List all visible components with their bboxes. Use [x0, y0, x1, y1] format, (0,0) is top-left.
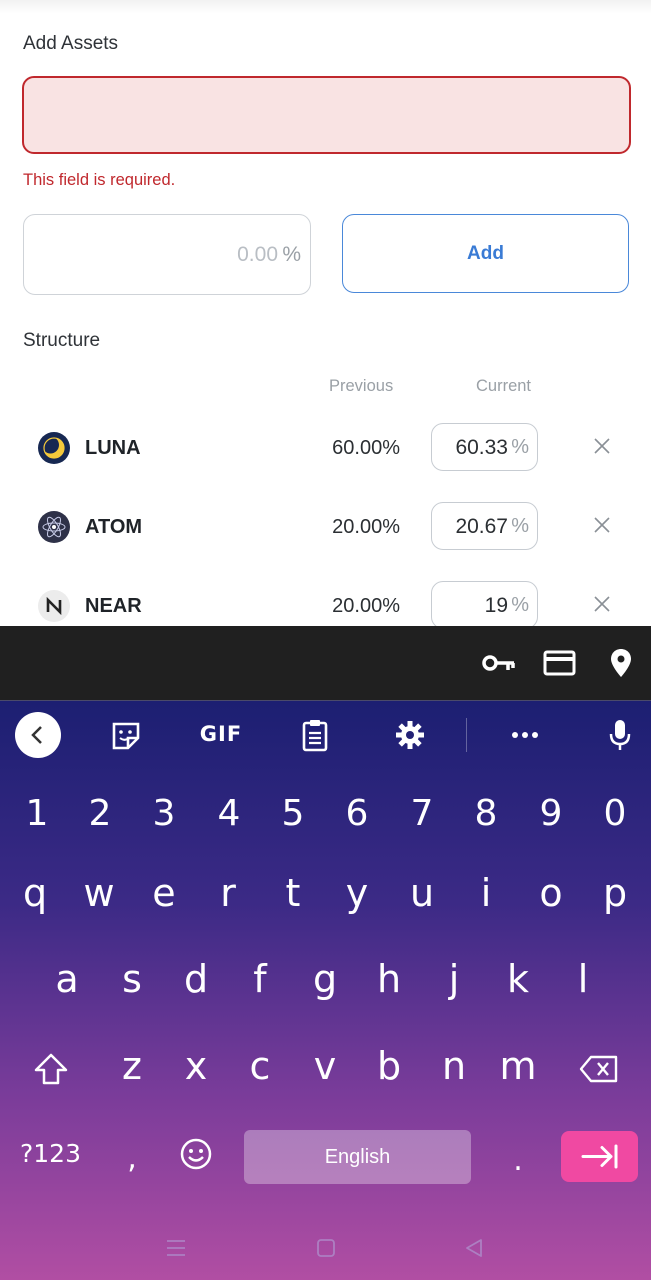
system-nav-bar — [0, 1217, 651, 1280]
close-icon[interactable] — [591, 593, 613, 615]
structure-title: Structure — [23, 330, 101, 351]
column-current: Current — [476, 377, 532, 395]
current-value: 19 — [484, 594, 508, 617]
soft-keyboard: GIF 1 2 3 4 5 6 7 8 9 0 q w e r t y u i … — [0, 700, 651, 1280]
symbols-key[interactable]: ?123 — [20, 1139, 81, 1168]
key-x[interactable]: x — [168, 1044, 224, 1088]
credit-card-icon[interactable] — [543, 650, 576, 676]
key-b[interactable]: b — [361, 1044, 417, 1088]
current-input[interactable]: 60.33 % — [431, 423, 538, 471]
shift-icon[interactable] — [33, 1052, 69, 1086]
comma-key[interactable]: , — [112, 1141, 152, 1176]
sticker-icon[interactable] — [110, 720, 142, 750]
add-assets-label: Add Assets — [23, 33, 119, 54]
settings-icon[interactable] — [395, 720, 425, 750]
key-5[interactable]: 5 — [265, 793, 321, 834]
key-e[interactable]: e — [136, 871, 192, 915]
close-icon[interactable] — [591, 435, 613, 457]
key-1[interactable]: 1 — [9, 793, 65, 834]
percent-placeholder: 0.00 — [237, 243, 278, 266]
key-2[interactable]: 2 — [72, 793, 128, 834]
asset-input[interactable] — [22, 76, 631, 154]
key-l[interactable]: l — [555, 957, 611, 1001]
enter-key[interactable] — [561, 1131, 638, 1182]
key-h[interactable]: h — [361, 957, 417, 1001]
more-icon[interactable] — [511, 731, 539, 739]
toolbar-divider — [466, 718, 467, 752]
current-value: 20.67 — [455, 515, 508, 538]
gif-button[interactable]: GIF — [196, 722, 246, 746]
key-k[interactable]: k — [490, 957, 546, 1001]
key-z[interactable]: z — [104, 1044, 160, 1088]
key-t[interactable]: t — [265, 871, 321, 915]
asset-row-near: NEAR 20.00% 19 % — [0, 576, 651, 626]
column-previous: Previous — [329, 377, 394, 395]
percent-symbol: % — [510, 436, 529, 459]
key-8[interactable]: 8 — [458, 793, 514, 834]
previous-value: 20.00% — [332, 516, 400, 538]
key-o[interactable]: o — [523, 871, 579, 915]
key-d[interactable]: d — [168, 957, 224, 1001]
space-bar[interactable]: English — [244, 1130, 471, 1184]
key-s[interactable]: s — [104, 957, 160, 1001]
asset-name: LUNA — [85, 437, 141, 459]
autofill-toolbar — [0, 626, 651, 700]
asset-name: ATOM — [85, 516, 143, 538]
emoji-icon[interactable] — [179, 1137, 213, 1171]
backspace-icon[interactable] — [579, 1054, 619, 1084]
key-g[interactable]: g — [297, 957, 353, 1001]
close-icon[interactable] — [591, 514, 613, 536]
period-key[interactable]: . — [500, 1143, 536, 1178]
current-input[interactable]: 19 % — [431, 581, 538, 626]
percent-symbol: % — [510, 594, 529, 617]
keyboard-top-row: GIF — [0, 701, 651, 769]
key-f[interactable]: f — [232, 957, 288, 1001]
percent-symbol: % — [282, 243, 301, 266]
key-a[interactable]: a — [39, 957, 95, 1001]
previous-value: 20.00% — [332, 595, 400, 617]
recent-apps-icon[interactable] — [165, 1237, 187, 1259]
current-value: 60.33 — [455, 436, 508, 459]
key-6[interactable]: 6 — [329, 793, 385, 834]
percent-input[interactable]: 0.00 % — [23, 214, 311, 295]
clipboard-icon[interactable] — [301, 718, 329, 752]
add-button[interactable]: Add — [342, 214, 629, 293]
app-screen: Add Assets This field is required. 0.00 … — [0, 0, 651, 626]
key-y[interactable]: y — [329, 871, 385, 915]
key-n[interactable]: n — [426, 1044, 482, 1088]
key-9[interactable]: 9 — [523, 793, 579, 834]
luna-icon — [38, 432, 70, 464]
back-icon[interactable] — [463, 1237, 485, 1259]
key-u[interactable]: u — [394, 871, 450, 915]
key-v[interactable]: v — [297, 1044, 353, 1088]
key-0[interactable]: 0 — [587, 793, 643, 834]
location-pin-icon[interactable] — [610, 648, 632, 678]
key-m[interactable]: m — [490, 1044, 546, 1088]
error-message: This field is required. — [23, 171, 176, 189]
asset-name: NEAR — [85, 595, 142, 617]
back-arrow-icon[interactable] — [15, 712, 61, 758]
previous-value: 60.00% — [332, 437, 400, 459]
key-r[interactable]: r — [200, 871, 256, 915]
key-7[interactable]: 7 — [394, 793, 450, 834]
atom-icon — [38, 511, 70, 543]
key-3[interactable]: 3 — [136, 793, 192, 834]
key-i[interactable]: i — [458, 871, 514, 915]
key-c[interactable]: c — [232, 1044, 288, 1088]
key-w[interactable]: w — [71, 871, 127, 915]
key-j[interactable]: j — [426, 957, 482, 1001]
key-4[interactable]: 4 — [201, 793, 257, 834]
asset-row-atom: ATOM 20.00% 20.67 % — [0, 497, 651, 557]
percent-symbol: % — [510, 515, 529, 538]
key-q[interactable]: q — [7, 871, 63, 915]
current-input[interactable]: 20.67 % — [431, 502, 538, 550]
home-icon[interactable] — [315, 1237, 337, 1259]
top-shadow — [0, 0, 651, 14]
key-icon[interactable] — [482, 653, 516, 673]
key-p[interactable]: p — [587, 871, 643, 915]
tab-next-icon — [581, 1144, 618, 1169]
asset-row-luna: LUNA 60.00% 60.33 % — [0, 418, 651, 478]
near-icon — [38, 590, 70, 622]
microphone-icon[interactable] — [608, 718, 632, 752]
